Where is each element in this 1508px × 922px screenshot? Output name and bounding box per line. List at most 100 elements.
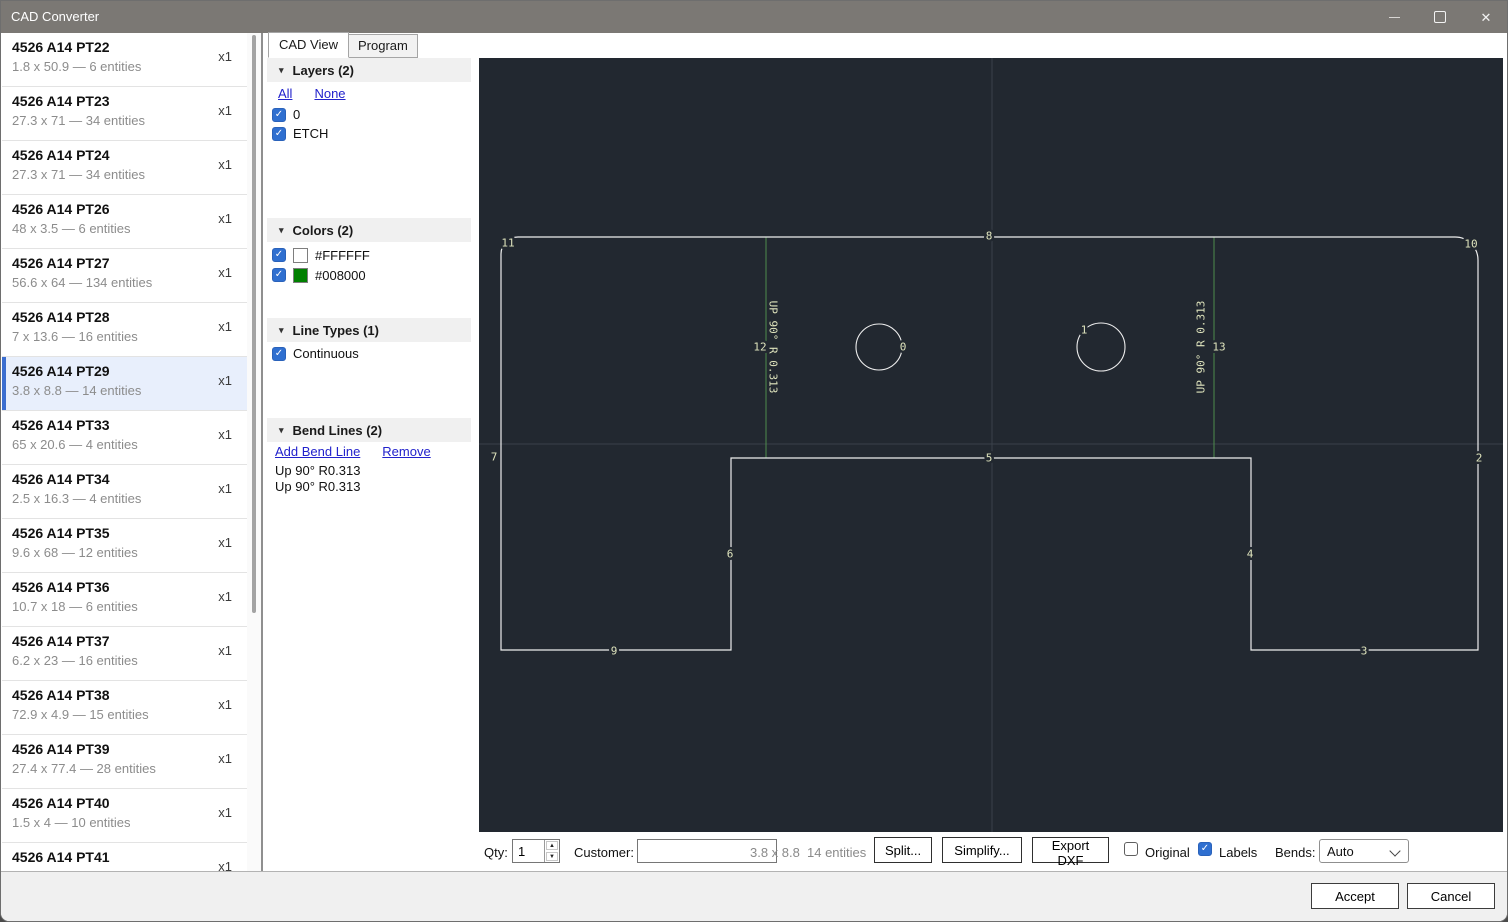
list-item[interactable]: 4526 A14 PT401.5 x 4 — 10 entitiesx1 [2, 789, 247, 843]
simplify-button[interactable]: Simplify... [942, 837, 1022, 863]
entity-label: 8 [986, 230, 993, 243]
entity-label: 7 [491, 451, 498, 464]
minimize-button[interactable] [1371, 1, 1417, 33]
line-type-item: Continuous [272, 344, 359, 363]
list-item[interactable]: 4526 A14 PT419.6 x 68 — 13 entitiesx1 [2, 843, 247, 871]
layers-all-link[interactable]: All [278, 86, 292, 101]
cad-drawing[interactable]: UP 90° R 0.313UP 90° R 0.313118101213017… [479, 58, 1503, 832]
part-info: 48 x 3.5 — 6 entities [12, 221, 237, 236]
list-item[interactable]: 4526 A14 PT342.5 x 16.3 — 4 entitiesx1 [2, 465, 247, 519]
view-tabs: CAD ViewProgram [268, 33, 418, 58]
part-info: 2.5 x 16.3 — 4 entities [12, 491, 237, 506]
split-button[interactable]: Split... [874, 837, 932, 863]
maximize-button[interactable] [1417, 1, 1463, 33]
accept-button[interactable]: Accept [1311, 883, 1399, 909]
collapse-caret-icon: ▾ [279, 425, 284, 436]
bends-select[interactable]: Auto [1319, 839, 1409, 863]
part-info: 65 x 20.6 — 4 entities [12, 437, 237, 452]
labels-checkbox[interactable] [1198, 842, 1212, 856]
list-item[interactable]: 4526 A14 PT26 48 x 3.5 — 6 entitiesx1 [2, 195, 247, 249]
scrollbar-thumb[interactable] [252, 35, 256, 613]
bottom-toolbar: Qty: ▲ ▼ Customer: 3.8 x 8.8 14 entities… [479, 832, 1508, 871]
spin-up-icon[interactable]: ▲ [546, 841, 558, 850]
list-item[interactable]: 4526 A14 PT221.8 x 50.9 — 6 entitiesx1 [2, 33, 247, 87]
layers-panel-header[interactable]: ▾ Layers (2) [267, 58, 471, 82]
color-item-label: #008000 [315, 268, 366, 283]
part-name: 4526 A14 PT38 [12, 687, 237, 703]
bend-add-bend-line-link[interactable]: Add Bend Line [275, 444, 360, 459]
qty-input[interactable] [513, 840, 544, 862]
part-name: 4526 A14 PT34 [12, 471, 237, 487]
list-item[interactable]: 4526 A14 PT23 27.3 x 71 — 34 entitiesx1 [2, 87, 247, 141]
layer-item: 0 [272, 105, 328, 124]
tab-cad-view[interactable]: CAD View [268, 32, 349, 58]
tab-program[interactable]: Program [348, 34, 418, 58]
bend-remove-link[interactable]: Remove [382, 444, 430, 459]
export-dxf-button[interactable]: Export DXF [1032, 837, 1109, 863]
layer-item: ETCH [272, 124, 328, 143]
bend-lines-list: Up 90° R0.313Up 90° R0.313 [275, 463, 360, 495]
cad-viewport[interactable]: UP 90° R 0.313UP 90° R 0.313118101213017… [479, 58, 1503, 832]
part-qty-badge: x1 [218, 697, 232, 712]
list-item[interactable]: 4526 A14 PT2427.3 x 71 — 34 entitiesx1 [2, 141, 247, 195]
part-info: 1.8 x 50.9 — 6 entities [12, 59, 237, 74]
part-name: 4526 A14 PT29 [12, 363, 237, 379]
part-info: 7 x 13.6 — 16 entities [12, 329, 237, 344]
list-item[interactable]: 4526 A14 PT3365 x 20.6 — 4 entitiesx1 [2, 411, 247, 465]
part-name: 4526 A14 PT41 [12, 849, 237, 865]
layers-links: All None [278, 86, 346, 101]
list-item[interactable]: 4526 A14 PT359.6 x 68 — 12 entitiesx1 [2, 519, 247, 573]
original-checkbox[interactable] [1124, 842, 1138, 856]
list-item[interactable]: 4526 A14 PT287 x 13.6 — 16 entitiesx1 [2, 303, 247, 357]
layer-item-checkbox[interactable] [272, 108, 286, 122]
title-bar[interactable]: CAD Converter ✕ [1, 1, 1508, 33]
entity-label: 13 [1212, 341, 1225, 354]
list-item[interactable]: 4526 A14 PT3872.9 x 4.9 — 15 entitiesx1 [2, 681, 247, 735]
colors-items: #FFFFFF#008000 [272, 245, 370, 285]
part-name: 4526 A14 PT36 [12, 579, 237, 595]
parts-list-scrollbar[interactable] [247, 33, 261, 871]
close-icon: ✕ [1481, 11, 1492, 24]
bend-line-entry[interactable]: Up 90° R0.313 [275, 479, 360, 495]
part-name: 4526 A14 PT23 [12, 93, 237, 109]
colors-panel-header[interactable]: ▾ Colors (2) [267, 218, 471, 242]
cancel-button[interactable]: Cancel [1407, 883, 1495, 909]
part-info: 6.2 x 23 — 16 entities [12, 653, 237, 668]
bend-annotation: UP 90° R 0.313 [767, 301, 780, 394]
qty-spin-buttons: ▲ ▼ [544, 840, 559, 862]
part-info: 27.3 x 71 — 34 entities [12, 113, 237, 128]
parts-list: 4526 A14 PT221.8 x 50.9 — 6 entitiesx145… [2, 33, 247, 871]
entity-label: 6 [727, 548, 734, 561]
list-item[interactable]: 4526 A14 PT3610.7 x 18 — 6 entitiesx1 [2, 573, 247, 627]
part-qty-badge: x1 [218, 805, 232, 820]
bend-lines-panel-header[interactable]: ▾ Bend Lines (2) [267, 418, 471, 442]
line-types-panel-header[interactable]: ▾ Line Types (1) [267, 318, 471, 342]
part-name: 4526 A14 PT26 [12, 201, 237, 217]
layer-item-label: 0 [293, 107, 300, 122]
line-type-item-checkbox[interactable] [272, 347, 286, 361]
layer-item-checkbox[interactable] [272, 127, 286, 141]
list-item[interactable]: 4526 A14 PT293.8 x 8.8 — 14 entitiesx1 [2, 357, 247, 411]
bend-annotation: UP 90° R 0.313 [1195, 301, 1208, 394]
part-qty-badge: x1 [218, 157, 232, 172]
color-item-checkbox[interactable] [272, 268, 286, 282]
colors-panel-title: Colors (2) [293, 223, 354, 238]
part-qty-badge: x1 [218, 859, 232, 871]
dialog-footer: Accept Cancel [1, 871, 1508, 922]
part-qty-badge: x1 [218, 427, 232, 442]
part-qty-badge: x1 [218, 319, 232, 334]
list-item[interactable]: 4526 A14 PT3927.4 x 77.4 — 28 entitiesx1 [2, 735, 247, 789]
list-item[interactable]: 4526 A14 PT2756.6 x 64 — 134 entitiesx1 [2, 249, 247, 303]
spin-down-icon[interactable]: ▼ [546, 852, 558, 861]
part-qty-badge: x1 [218, 535, 232, 550]
color-item-checkbox[interactable] [272, 248, 286, 262]
part-size-info: 3.8 x 8.8 [750, 845, 800, 860]
part-info: 1.5 x 4 — 10 entities [12, 815, 237, 830]
close-button[interactable]: ✕ [1463, 1, 1508, 33]
part-qty-badge: x1 [218, 103, 232, 118]
bend-line-entry[interactable]: Up 90° R0.313 [275, 463, 360, 479]
list-item[interactable]: 4526 A14 PT376.2 x 23 — 16 entitiesx1 [2, 627, 247, 681]
part-qty-badge: x1 [218, 211, 232, 226]
layers-none-link[interactable]: None [314, 86, 345, 101]
collapse-caret-icon: ▾ [279, 65, 284, 76]
